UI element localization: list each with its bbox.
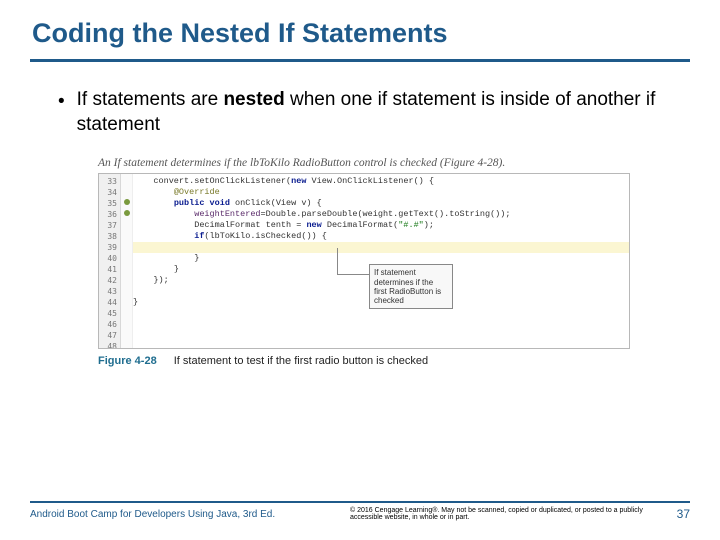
footer-rule [30,501,690,503]
breakpoint-marker [124,199,130,205]
slide: Coding the Nested If Statements • If sta… [0,0,720,540]
footer-source: Android Boot Camp for Developers Using J… [30,507,330,520]
figure-note: An If statement determines if the lbToKi… [98,157,630,169]
callout-connector [337,274,369,275]
code-content: convert.setOnClickListener(new View.OnCl… [133,174,629,348]
footer-copyright: © 2016 Cengage Learning®. May not be sca… [350,507,657,522]
title-rule [30,59,690,62]
slide-number: 37 [677,507,690,521]
breakpoint-marker [124,210,130,216]
figure-caption-text: If statement to test if the first radio … [174,355,428,367]
slide-title: Coding the Nested If Statements [30,18,690,49]
callout-connector [337,248,338,274]
figure-caption: Figure 4-28 If statement to test if the … [98,355,630,367]
figure: An If statement determines if the lbToKi… [98,157,630,367]
bullet-marker: • [58,90,65,115]
footer: Android Boot Camp for Developers Using J… [30,501,690,522]
callout-box: If statement determines if the first Rad… [369,264,453,309]
code-screenshot: 33 34 35 36 37 38 39 40 41 42 43 44 45 4… [98,173,630,349]
figure-label: Figure 4-28 [98,355,157,367]
bullet-item: • If statements are nested when one if s… [58,88,680,137]
breakpoint-column [121,174,133,348]
bullet-text: If statements are nested when one if sta… [77,88,680,137]
line-gutter: 33 34 35 36 37 38 39 40 41 42 43 44 45 4… [99,174,121,348]
